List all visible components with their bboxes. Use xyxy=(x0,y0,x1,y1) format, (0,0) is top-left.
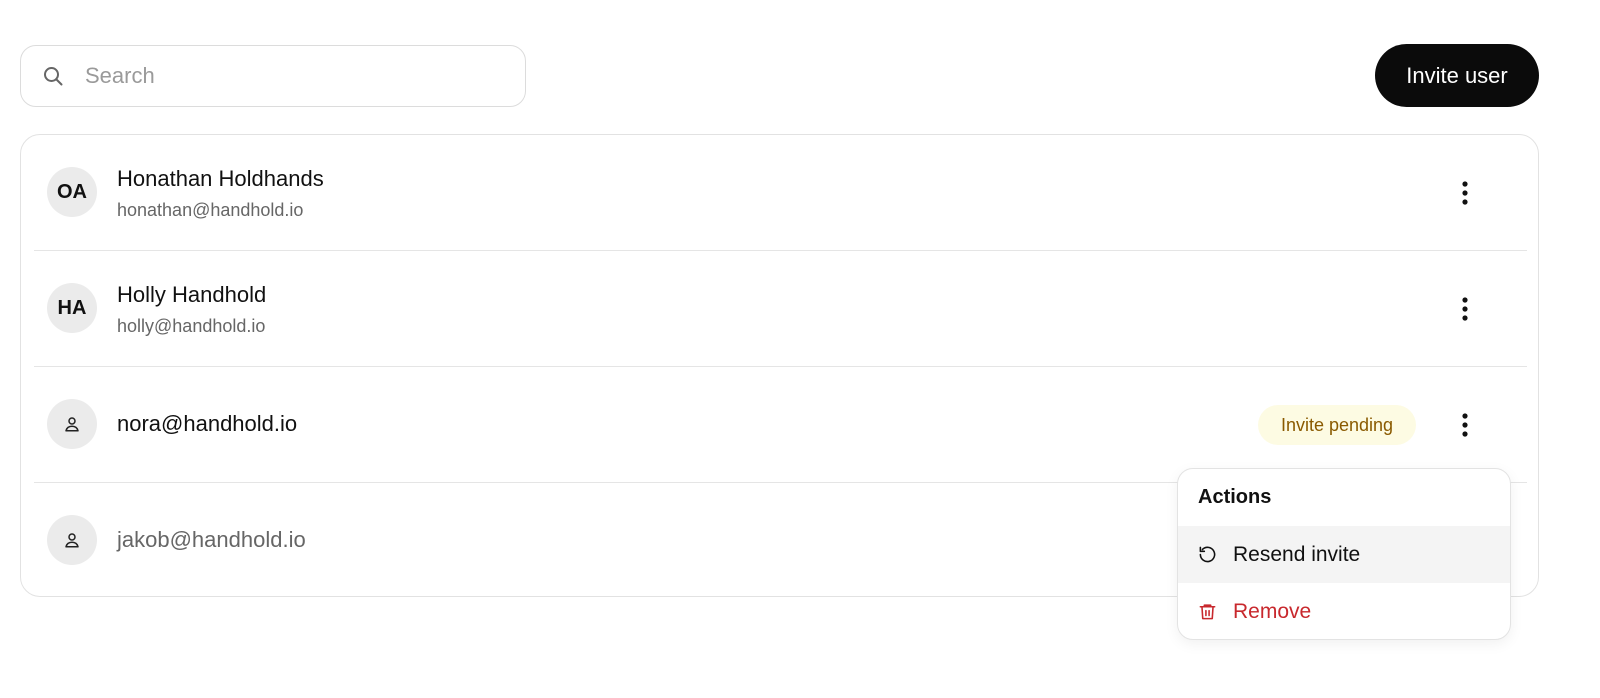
search-input[interactable] xyxy=(85,56,505,96)
avatar: OA xyxy=(47,167,97,217)
row-menu-button[interactable] xyxy=(1450,407,1480,443)
user-management-page: Invite user OA Honathan Holdhands honath… xyxy=(0,0,1600,698)
user-icon xyxy=(63,415,81,433)
user-icon xyxy=(63,531,81,549)
row-menu-button[interactable] xyxy=(1450,175,1480,211)
more-vertical-icon xyxy=(1461,296,1469,322)
row-menu-button[interactable] xyxy=(1450,291,1480,327)
search-box[interactable] xyxy=(20,45,526,107)
avatar xyxy=(47,515,97,565)
menu-item-resend-invite[interactable]: Resend invite xyxy=(1178,526,1510,583)
user-name: Honathan Holdhands xyxy=(117,166,324,191)
user-email: nora@handhold.io xyxy=(117,411,298,436)
actions-menu: Actions Resend invite Remove xyxy=(1177,468,1511,640)
menu-item-remove[interactable]: Remove xyxy=(1178,583,1510,639)
user-row: OA Honathan Holdhands honathan@handhold.… xyxy=(34,135,1527,251)
user-row: nora@handhold.io Invite pending xyxy=(34,367,1527,483)
user-email: holly@handhold.io xyxy=(117,316,266,336)
user-name: Holly Handhold xyxy=(117,282,267,307)
invite-user-button[interactable]: Invite user xyxy=(1375,44,1539,107)
status-badge: Invite pending xyxy=(1258,405,1416,445)
trash-icon xyxy=(1198,602,1217,621)
avatar xyxy=(47,399,97,449)
search-icon xyxy=(41,64,65,88)
menu-item-label: Remove xyxy=(1233,599,1312,623)
avatar: HA xyxy=(47,283,97,333)
menu-item-label: Resend invite xyxy=(1233,542,1361,566)
user-row: HA Holly Handhold holly@handhold.io xyxy=(34,251,1527,367)
menu-heading: Actions xyxy=(1198,486,1272,508)
user-email: jakob@handhold.io xyxy=(117,527,306,552)
more-vertical-icon xyxy=(1461,412,1469,438)
user-email: honathan@handhold.io xyxy=(117,200,304,220)
more-vertical-icon xyxy=(1461,180,1469,206)
rotate-ccw-icon xyxy=(1198,545,1217,564)
